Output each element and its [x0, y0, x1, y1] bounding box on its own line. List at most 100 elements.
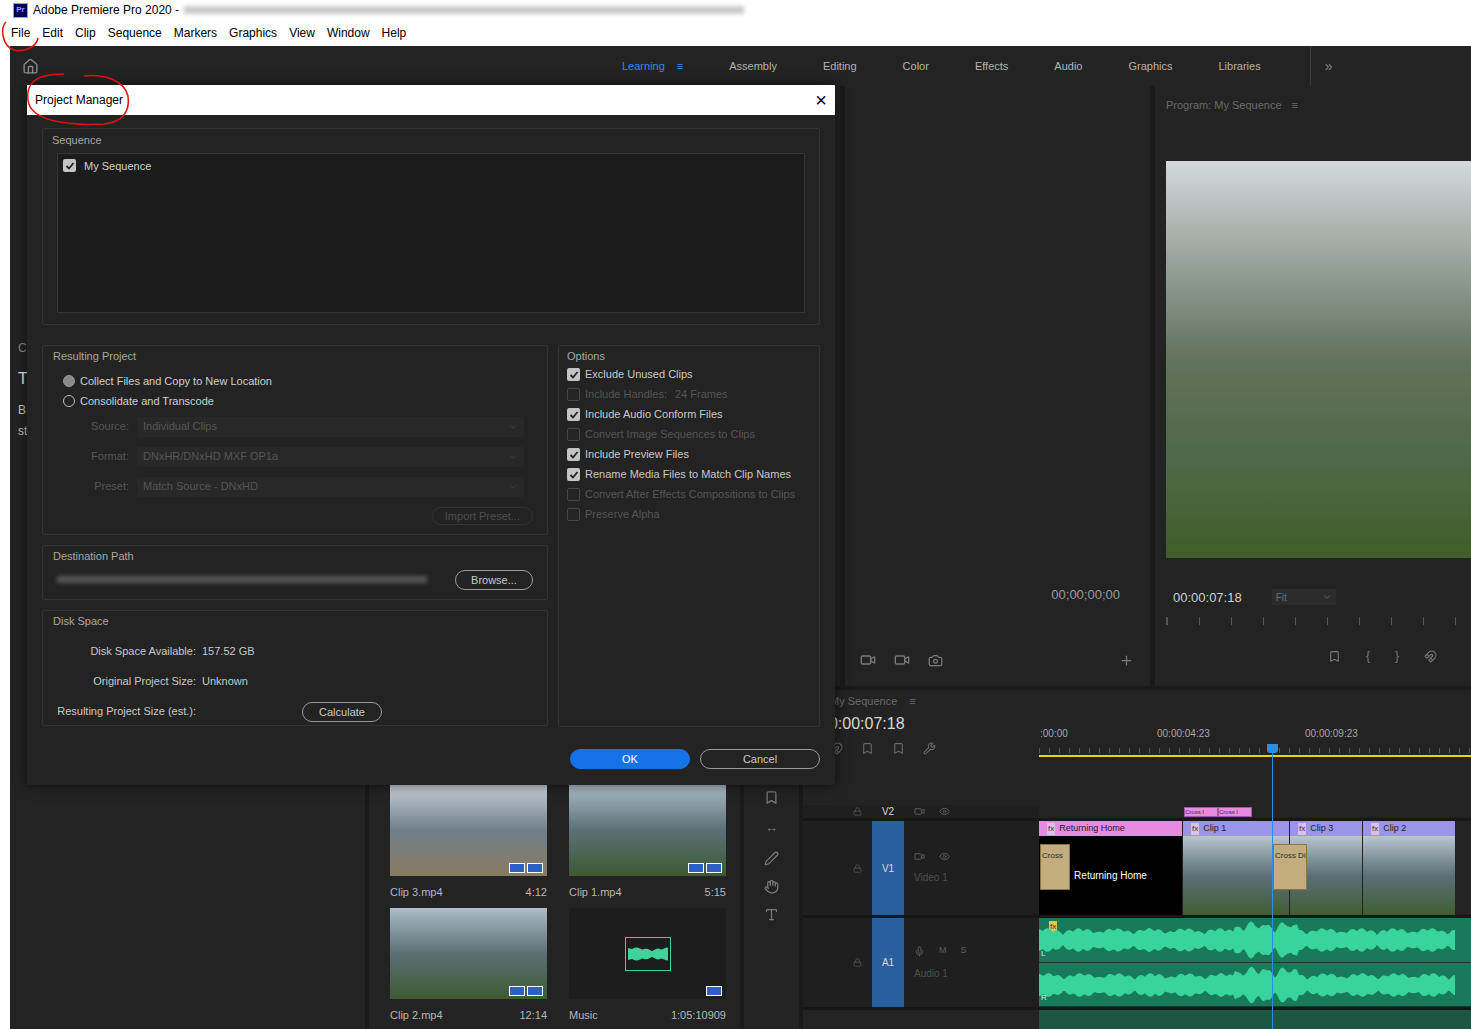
- chevron-icon: [508, 482, 518, 492]
- work-area-bar: [1039, 755, 1471, 757]
- insert-icon[interactable]: [860, 652, 876, 668]
- bin-item-duration: 4:12: [526, 884, 547, 901]
- output-icon[interactable]: [914, 806, 925, 817]
- menu-item[interactable]: Edit: [36, 24, 69, 42]
- voice-icon[interactable]: [914, 946, 925, 957]
- workspace-tab[interactable]: Editing: [800, 58, 880, 75]
- workspace-tab[interactable]: Assembly: [706, 58, 800, 75]
- option-checkbox[interactable]: [567, 368, 580, 381]
- type-tool-icon[interactable]: [764, 907, 779, 922]
- sequence-checkbox[interactable]: [63, 159, 76, 172]
- add-button-icon[interactable]: [1119, 653, 1134, 668]
- timeline-menu[interactable]: ≡: [909, 693, 915, 710]
- workspace-tab[interactable]: Effects: [952, 58, 1031, 75]
- mark-out-icon[interactable]: }: [1395, 647, 1399, 665]
- workspace-tab[interactable]: Graphics: [1105, 58, 1195, 75]
- radio-button[interactable]: [63, 375, 75, 387]
- chevron-icon: [508, 452, 518, 462]
- track-target[interactable]: V1: [872, 821, 904, 915]
- menu-item[interactable]: Clip: [69, 24, 102, 42]
- lock-icon[interactable]: [853, 958, 862, 967]
- menu-item[interactable]: Markers: [168, 24, 223, 42]
- setting-field: Preset:Match Source - DNxHD: [53, 477, 537, 497]
- menu-item[interactable]: Window: [321, 24, 376, 42]
- option-checkbox[interactable]: [567, 448, 580, 461]
- slip-tool-icon[interactable]: ↔: [765, 818, 778, 838]
- waveform-icon: [1039, 918, 1456, 962]
- browse-button[interactable]: Browse...: [455, 570, 533, 590]
- ripple-tool-icon[interactable]: [764, 790, 779, 805]
- v2-clip[interactable]: Cross I: [1184, 807, 1218, 817]
- workspace-tab[interactable]: Color: [880, 58, 952, 75]
- linked-icon[interactable]: [861, 742, 874, 755]
- workspace-tab[interactable]: Learning≡: [599, 58, 706, 75]
- workspace-more[interactable]: »: [1325, 56, 1333, 77]
- bin-item[interactable]: Clip 1.mp45:15: [569, 785, 726, 908]
- marker-icon[interactable]: [1328, 650, 1341, 663]
- eye-icon[interactable]: [939, 806, 950, 817]
- program-menu[interactable]: ≡: [1292, 97, 1298, 114]
- hand-tool-icon[interactable]: [764, 879, 779, 894]
- track-button[interactable]: S: [961, 944, 967, 958]
- track-target[interactable]: V2: [872, 805, 904, 818]
- ok-button[interactable]: OK: [570, 749, 690, 769]
- cancel-button[interactable]: Cancel: [700, 749, 820, 769]
- transition[interactable]: Cross: [1040, 844, 1070, 890]
- eye-icon[interactable]: [939, 851, 950, 862]
- calculate-button[interactable]: Calculate: [302, 702, 382, 722]
- export-frame-icon[interactable]: [928, 653, 943, 668]
- mark-in-icon[interactable]: {: [1366, 647, 1370, 665]
- radio-button[interactable]: [63, 395, 75, 407]
- workspace-menu[interactable]: ≡: [677, 58, 683, 75]
- transition[interactable]: Cross Di: [1273, 844, 1307, 890]
- check-icon: [65, 161, 75, 171]
- fx-badge: fx: [1298, 823, 1306, 835]
- home-icon[interactable]: [22, 58, 39, 75]
- menu-item[interactable]: Help: [376, 24, 413, 42]
- bin-item[interactable]: Clip 2.mp412:14: [390, 908, 547, 1029]
- menu-item[interactable]: File: [5, 24, 36, 42]
- track-button[interactable]: M: [939, 944, 947, 958]
- waveform-icon: [625, 937, 671, 971]
- lock-icon[interactable]: [853, 864, 862, 873]
- timeline-clip[interactable]: fxClip 2: [1363, 821, 1456, 915]
- option-checkbox[interactable]: [567, 468, 580, 481]
- audio-clip[interactable]: fxLR: [1039, 918, 1471, 1010]
- option-row[interactable]: Exclude Unused Clips: [567, 367, 811, 383]
- overwrite-icon[interactable]: [894, 652, 910, 668]
- workspace-tab[interactable]: Libraries: [1195, 58, 1283, 75]
- lock-icon[interactable]: [853, 807, 862, 816]
- track-target[interactable]: A1: [872, 918, 904, 1007]
- menu-item[interactable]: View: [283, 24, 321, 42]
- playhead[interactable]: [1272, 746, 1273, 1029]
- option-checkbox[interactable]: [567, 408, 580, 421]
- option-row: Convert After Effects Compositions to Cl…: [567, 487, 811, 503]
- track-header: V1Video 1: [803, 821, 1039, 918]
- source-timecode: 00;00;00;00: [845, 585, 1150, 605]
- bin-item-name: Clip 3.mp4: [390, 884, 443, 901]
- add-marker-icon[interactable]: [892, 742, 905, 755]
- bin-item[interactable]: Clip 3.mp4 4:12: [390, 785, 547, 908]
- sequence-row[interactable]: My Sequence: [63, 158, 799, 175]
- settings-icon[interactable]: [923, 742, 936, 755]
- option-row[interactable]: Include Preview Files: [567, 447, 811, 463]
- workspace-tab[interactable]: Audio: [1031, 58, 1105, 75]
- output-icon[interactable]: [914, 851, 925, 862]
- close-button[interactable]: ×: [815, 90, 827, 110]
- zoom-dropdown[interactable]: Fit: [1272, 589, 1336, 605]
- check-icon: [569, 410, 579, 420]
- radio-option[interactable]: Consolidate and Transcode: [53, 393, 537, 410]
- v2-clip[interactable]: Cross I: [1218, 807, 1252, 817]
- go-in-icon[interactable]: [1424, 650, 1437, 663]
- option-row[interactable]: Rename Media Files to Match Clip Names: [567, 467, 811, 483]
- waveform-icon: [1039, 963, 1456, 1007]
- option-row[interactable]: Include Audio Conform Files: [567, 407, 811, 423]
- check-icon: [569, 370, 579, 380]
- pen-tool-icon[interactable]: [764, 851, 779, 866]
- bin-item[interactable]: Music1:05:10909: [569, 908, 726, 1029]
- destination-section: Destination PathBrowse...: [42, 545, 548, 600]
- menu-item[interactable]: Graphics: [223, 24, 283, 42]
- media-badge-icon: [706, 986, 722, 996]
- radio-option[interactable]: Collect Files and Copy to New Location: [53, 373, 537, 390]
- menu-item[interactable]: Sequence: [102, 24, 168, 42]
